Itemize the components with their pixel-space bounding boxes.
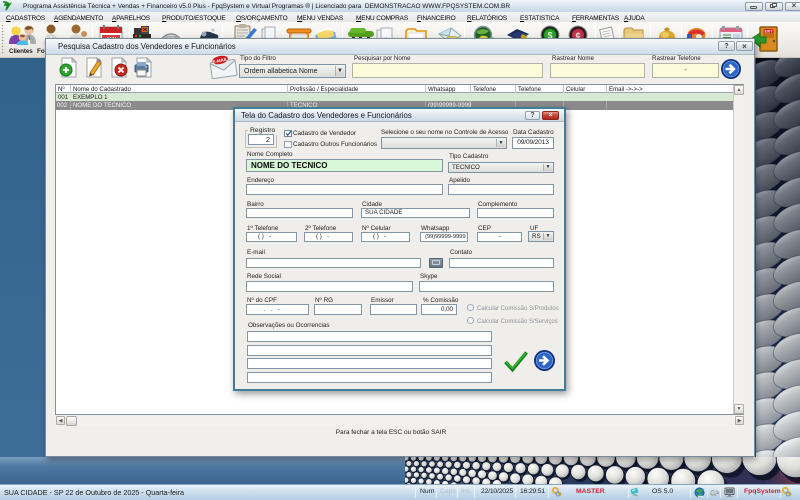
svg-text:EXIT: EXIT <box>765 30 774 34</box>
